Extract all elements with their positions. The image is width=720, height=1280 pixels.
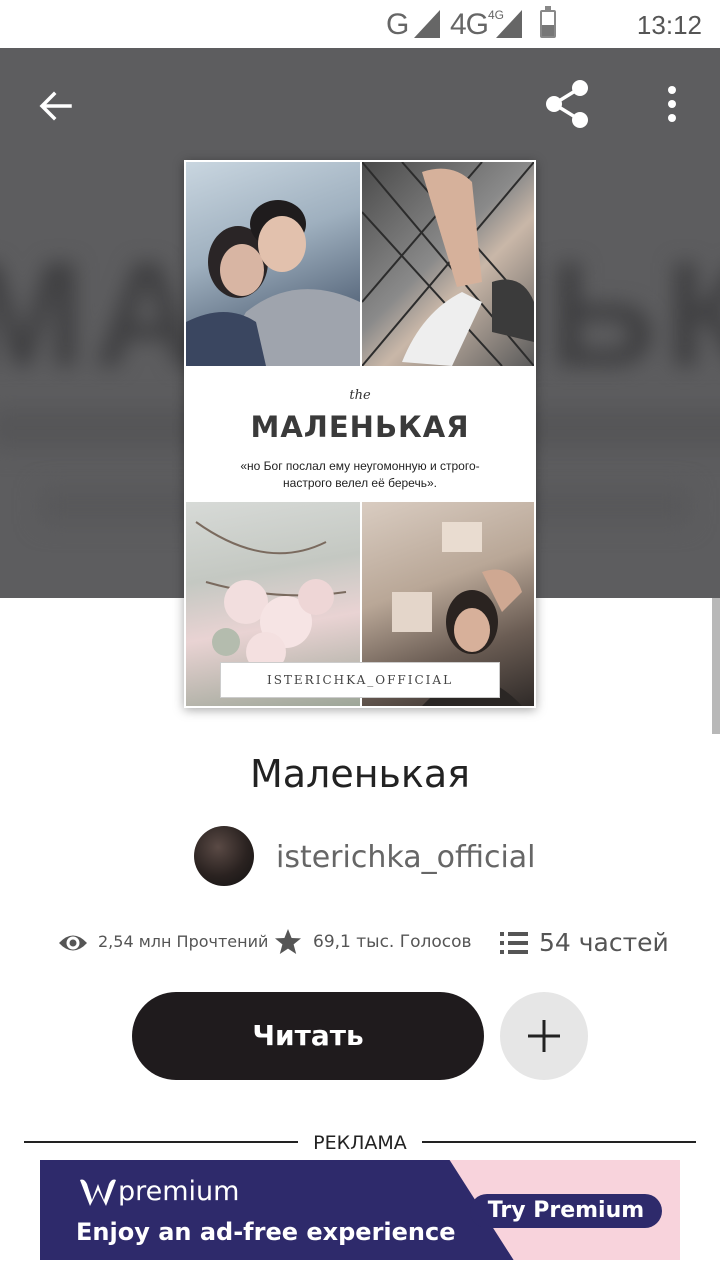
- share-button[interactable]: [542, 78, 594, 130]
- status-bar: G 4G 4G 13:12: [0, 0, 720, 48]
- eye-icon: [59, 935, 87, 951]
- list-icon: [500, 932, 528, 954]
- add-to-library-button[interactable]: [500, 992, 588, 1080]
- more-options-button[interactable]: [660, 84, 684, 124]
- cover-photo-couple: [186, 162, 360, 366]
- cover-title: МАЛЕНЬКАЯ: [250, 410, 470, 444]
- wattpad-logo-icon: [80, 1179, 116, 1206]
- book-cover[interactable]: the МАЛЕНЬКАЯ «но Бог послал ему неугомо…: [184, 160, 536, 708]
- cover-quote: «но Бог послал ему неугомонную и строго-…: [240, 459, 480, 490]
- back-button[interactable]: [36, 86, 76, 126]
- votes-count: 69,1 тыс. Голосов: [313, 932, 472, 952]
- parts-count: 54 частей: [539, 928, 669, 957]
- signal-icon: [496, 10, 522, 38]
- cover-author-plate: ISTERICHKA_OFFICIAL: [220, 662, 500, 698]
- read-button[interactable]: Читать: [132, 992, 484, 1080]
- cover-subtitle: the: [349, 388, 371, 403]
- network-type-label: 4G: [450, 8, 489, 41]
- ad-tagline: Enjoy an ad-free experience: [76, 1218, 456, 1246]
- scrollbar[interactable]: [712, 598, 720, 734]
- author-name[interactable]: isterichka_official: [276, 840, 536, 875]
- more-vertical-icon: [668, 86, 676, 122]
- arrow-left-icon: [39, 91, 72, 121]
- ad-label-row: РЕКЛАМА: [24, 1128, 696, 1158]
- cover-photo-hands: [362, 162, 534, 366]
- try-premium-button[interactable]: Try Premium: [470, 1194, 662, 1228]
- battery-icon: [540, 6, 556, 38]
- premium-ad-banner[interactable]: premium Enjoy an ad-free experience Try …: [40, 1160, 680, 1260]
- share-icon: [546, 80, 588, 128]
- network-type-label: G: [386, 8, 409, 41]
- ad-brand: premium: [118, 1176, 240, 1207]
- plus-icon: [528, 1020, 560, 1052]
- avatar[interactable]: [194, 826, 254, 886]
- signal-icon: [414, 10, 440, 38]
- star-icon: [275, 929, 301, 954]
- story-title: Маленькая: [249, 752, 471, 796]
- reads-count: 2,54 млн Прочтений: [98, 932, 269, 951]
- clock: 13:12: [636, 10, 702, 40]
- story-stats: 2,54 млн Прочтений 69,1 тыс. Голосов 54 …: [0, 920, 720, 968]
- divider: [422, 1141, 696, 1143]
- ad-label: РЕКЛАМА: [313, 1132, 407, 1154]
